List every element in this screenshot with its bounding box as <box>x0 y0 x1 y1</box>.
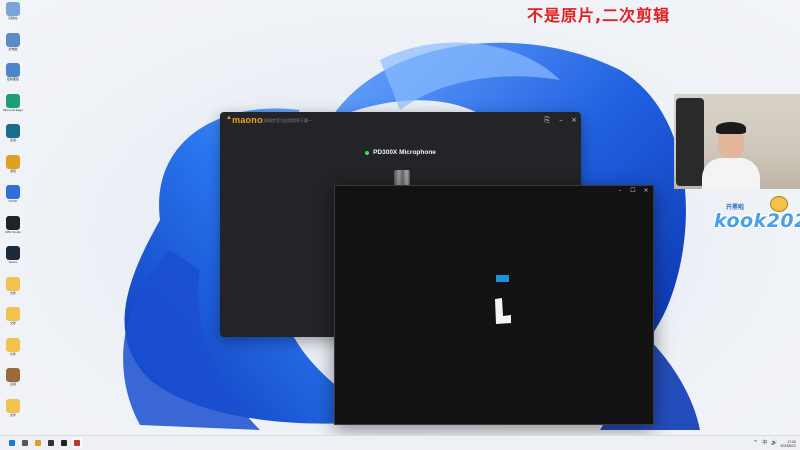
black-window-minimize-button[interactable]: – <box>615 186 625 195</box>
folder-3-icon <box>6 337 20 352</box>
desktop-icon-recycle-bin[interactable]: 回收站 <box>2 2 24 30</box>
kook-logo-text: kook202 <box>714 210 800 232</box>
taskbar-app-b-button[interactable] <box>46 438 56 448</box>
desktop-icon-label: 控制面板 <box>6 77 19 81</box>
black-window-titlebar[interactable]: – ☐ × <box>335 186 653 195</box>
folder-2-icon <box>6 307 20 321</box>
app-3-icon <box>6 63 20 77</box>
webcam-person-hair <box>716 122 746 134</box>
kook-icon <box>6 185 20 199</box>
webcam-person-body <box>702 158 760 189</box>
desktop-icon-folder-1[interactable]: 文件 <box>2 276 24 305</box>
kook-number: 202 <box>766 210 800 232</box>
desktop-icon-label: 此电脑 <box>8 46 18 51</box>
recycle-bin-icon <box>6 2 20 16</box>
blue-block-shape <box>496 275 509 282</box>
maono-restore-icon[interactable]: ⎘ <box>542 115 552 125</box>
desktop-icon-label: Steam <box>8 260 18 264</box>
black-window-maximize-button[interactable]: ☐ <box>628 186 638 195</box>
maono-close-button[interactable]: × <box>569 115 579 125</box>
maono-logo-text: maono <box>232 115 263 125</box>
app-d-icon <box>74 440 80 446</box>
desktop-icon-label: 游戏 <box>9 168 16 173</box>
desktop-icon-app-2[interactable]: 此电脑 <box>2 32 24 61</box>
desktop-icon-label: KOOK <box>8 199 18 203</box>
maono-minimize-button[interactable]: – <box>556 115 566 125</box>
microphone-image <box>394 170 410 186</box>
desktop-icon-app-3[interactable]: 控制面板 <box>2 63 24 91</box>
desktop-icon-label: 应用 <box>9 382 16 386</box>
maono-subtitle: 立即同步官方应用程序下载一 <box>260 118 312 123</box>
device-name: PD300X Microphone <box>373 149 436 156</box>
folder-1-icon <box>6 276 20 291</box>
black-app-window[interactable]: – ☐ × <box>334 185 654 425</box>
desktop-icon-label: OBS Studio <box>5 229 21 234</box>
taskbar-app-a-button[interactable] <box>33 438 43 448</box>
desktop-icon-kook[interactable]: KOOK <box>2 185 24 213</box>
app-a-icon <box>35 440 41 446</box>
app-2-icon <box>6 32 20 47</box>
app-5-icon <box>6 124 20 138</box>
tray-volume-icon[interactable]: 🔊 <box>771 441 777 446</box>
webcam-overlay <box>674 94 800 189</box>
desktop-icon-folder-2[interactable]: 文件 <box>2 307 24 335</box>
desktop-icon-label: 应用 <box>9 138 16 142</box>
app-13-icon <box>6 368 20 382</box>
desktop-icon-label: 文件 <box>9 351 16 356</box>
app-6-icon <box>6 154 20 169</box>
desktop-icon-label: 文件 <box>9 321 16 325</box>
white-l-shape <box>495 298 511 324</box>
desktop-icon-folder-3[interactable]: 文件 <box>2 337 24 366</box>
app-c-icon <box>61 440 67 446</box>
desktop-icon-label: 文件 <box>9 412 16 417</box>
desktop-icon-app-6[interactable]: 游戏 <box>2 154 24 183</box>
search-icon <box>22 440 28 446</box>
taskbar-search-button[interactable] <box>20 438 30 448</box>
desktop-icon-obs[interactable]: OBS Studio <box>2 215 24 244</box>
overlay-caption: 不是原片,二次剪辑 <box>527 6 671 25</box>
webcam-chair <box>676 98 704 186</box>
desktop-icon-label: Microsoft Edge <box>2 107 23 112</box>
folder-4-icon <box>6 398 20 413</box>
edge-icon <box>6 93 20 108</box>
steam-icon <box>6 246 20 260</box>
desktop-icon-app-5[interactable]: 应用 <box>2 124 24 152</box>
system-tray: ^ 中 🔊 17:00 2023/5/21 <box>753 438 796 449</box>
taskbar: ^ 中 🔊 17:00 2023/5/21 <box>0 435 800 450</box>
desktop-icon-label: 回收站 <box>8 16 18 20</box>
start-icon <box>9 440 15 446</box>
taskbar-app-d-button[interactable] <box>72 438 82 448</box>
clock-date: 2023/5/21 <box>780 443 796 448</box>
app-b-icon <box>48 440 54 446</box>
device-row[interactable]: PD300X Microphone <box>220 149 581 156</box>
desktop-icon-app-13[interactable]: 应用 <box>2 368 24 396</box>
taskbar-start-button[interactable] <box>7 438 17 448</box>
desktop-icon-folder-4[interactable]: 文件 <box>2 398 24 427</box>
maono-titlebar[interactable]: ▲maono 立即同步官方应用程序下载一 ⎘ – × <box>220 112 581 130</box>
tray-overflow-icon[interactable]: ^ <box>753 441 758 446</box>
maono-logo: ▲maono <box>226 115 263 125</box>
desktop-icon-edge[interactable]: Microsoft Edge <box>2 93 24 122</box>
status-dot-icon <box>365 150 370 155</box>
kook-word: kook <box>714 210 767 232</box>
clock[interactable]: 17:00 2023/5/21 <box>780 440 796 448</box>
tray-language-icon[interactable]: 中 <box>762 441 767 446</box>
kook-logo: 开黑啦 kook202 <box>714 196 800 236</box>
obs-icon <box>6 215 20 230</box>
black-window-close-button[interactable]: × <box>641 186 651 195</box>
taskbar-app-c-button[interactable] <box>59 438 69 448</box>
desktop-icon-steam[interactable]: Steam <box>2 246 24 274</box>
desktop-icon-label: 文件 <box>9 290 16 295</box>
